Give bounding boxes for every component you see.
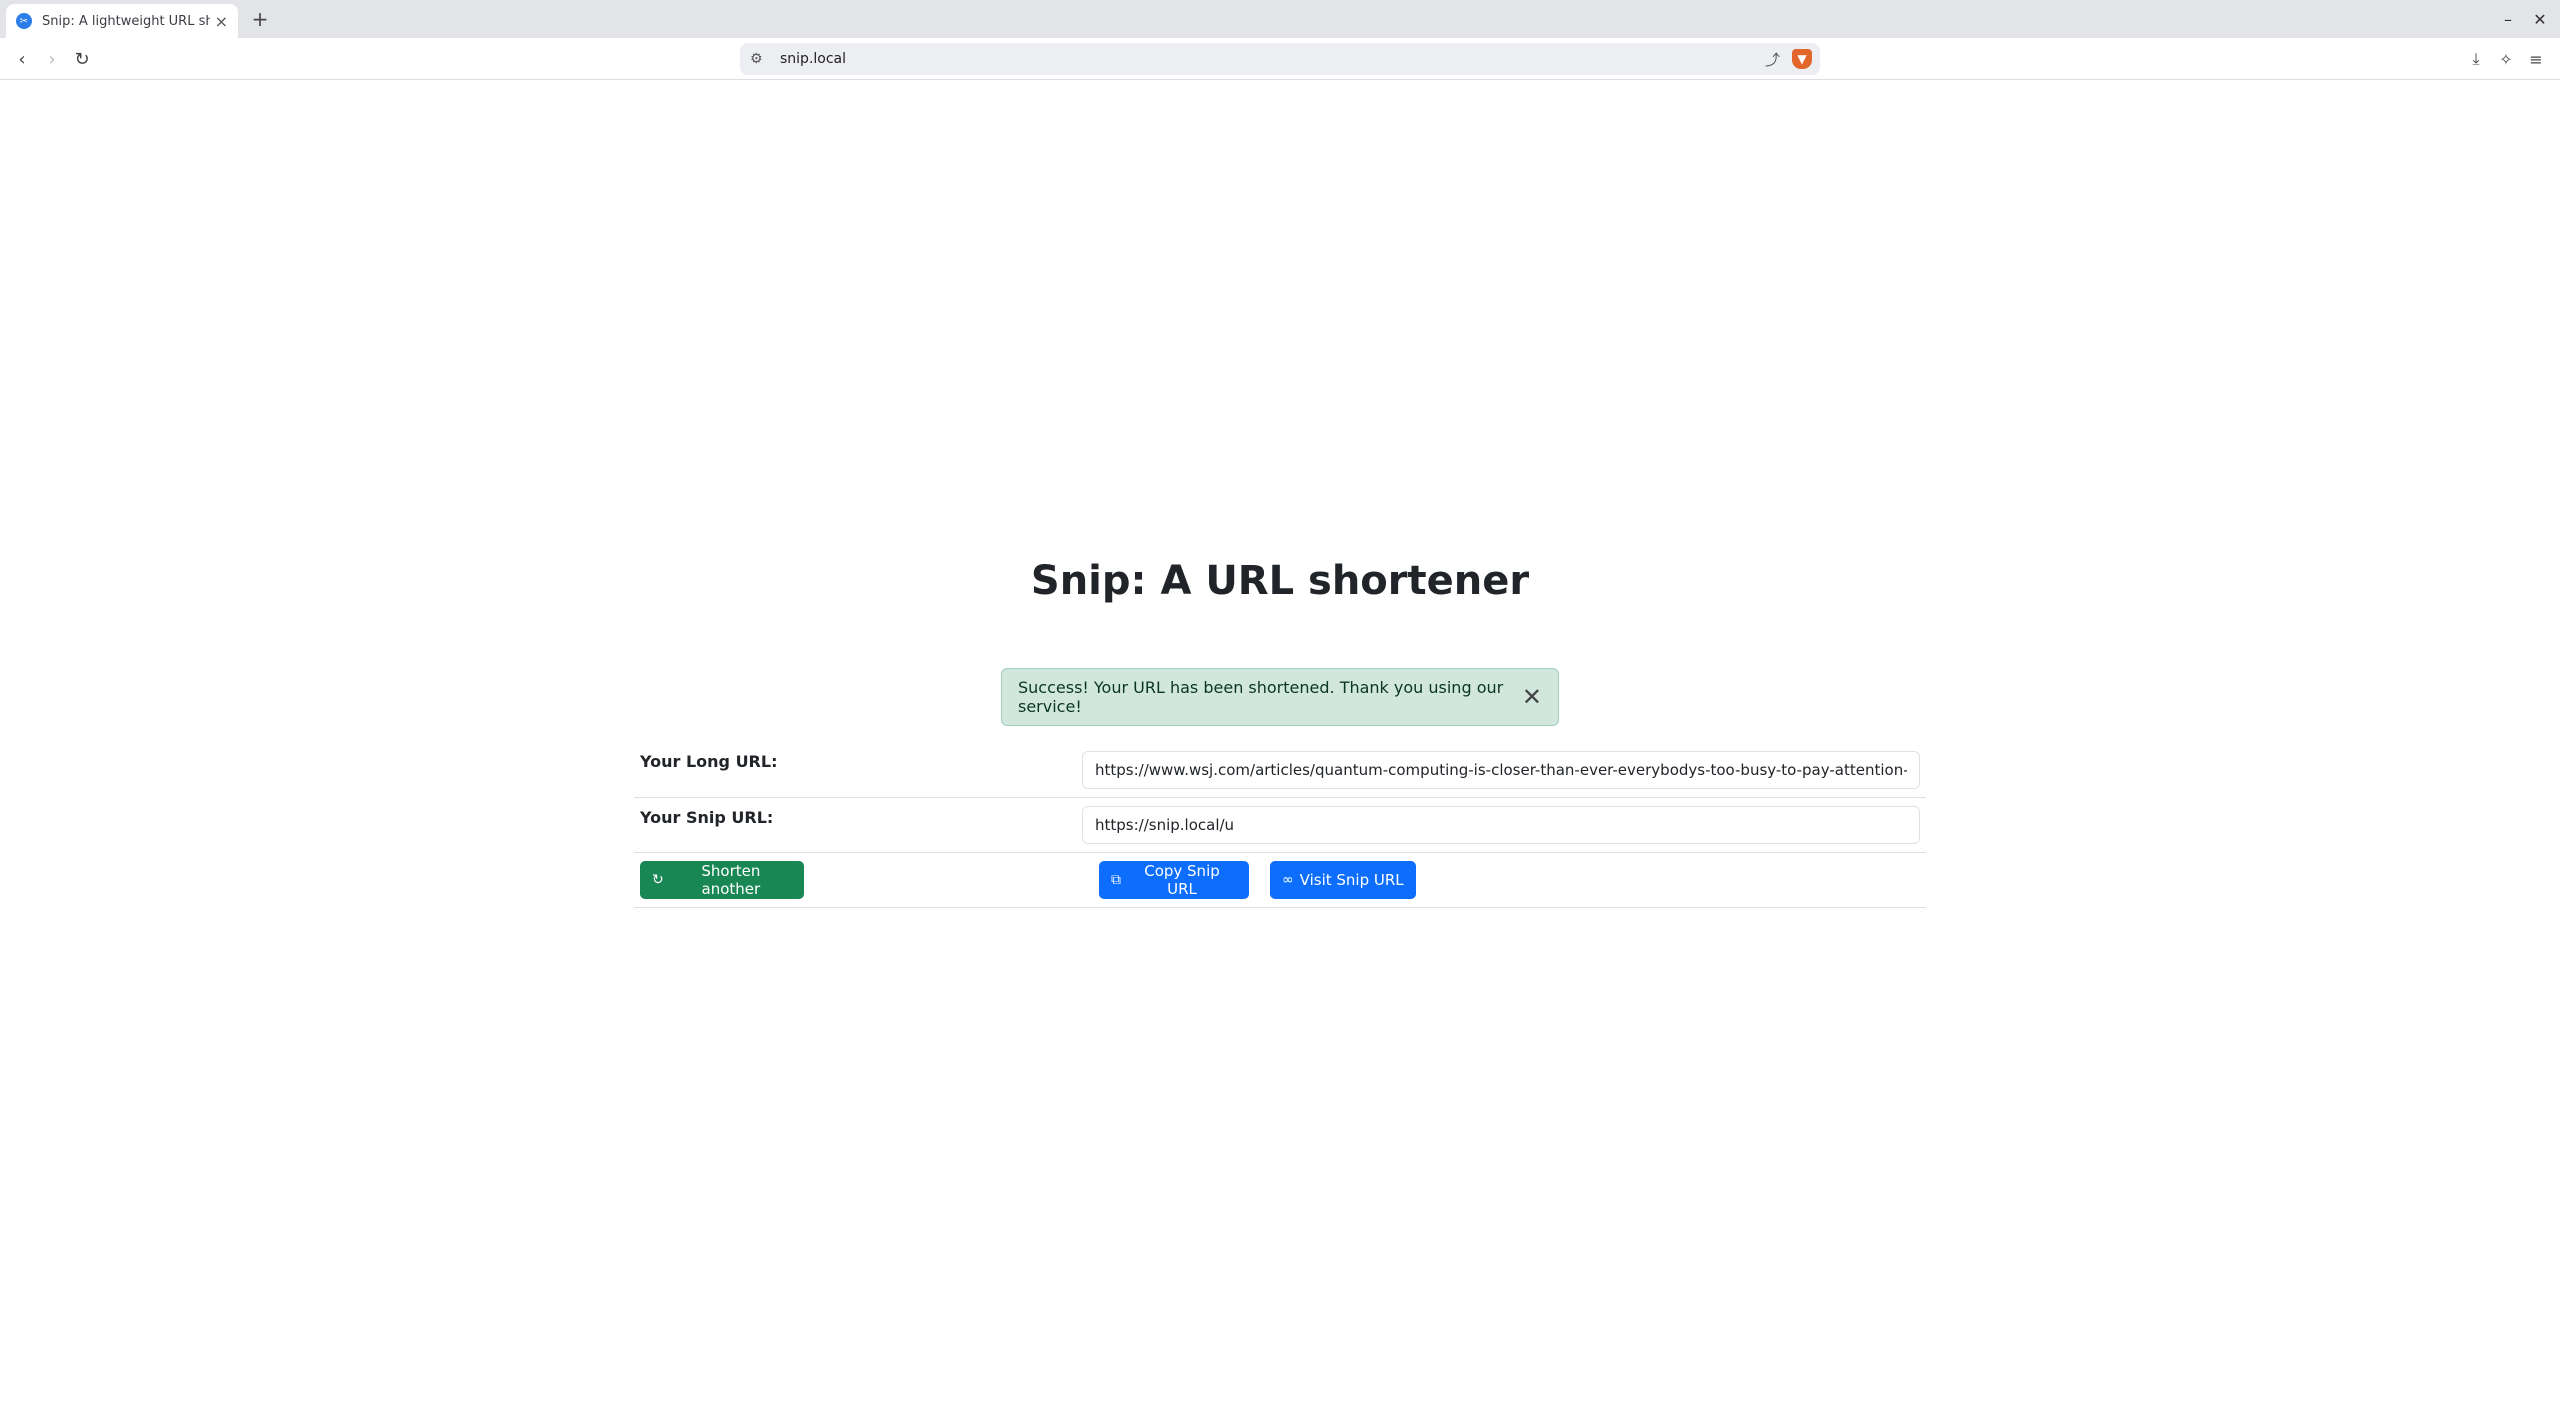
long-url-row: Your Long URL: xyxy=(634,742,1926,798)
brave-shields-icon[interactable]: ▼ xyxy=(1792,49,1812,69)
forward-button[interactable]: › xyxy=(38,45,66,73)
share-icon[interactable]: ⤴ xyxy=(1765,49,1780,70)
close-window-button[interactable]: ✕ xyxy=(2528,6,2552,32)
alert-message: Success! Your URL has been shortened. Th… xyxy=(1018,678,1504,716)
browser-tab-bar: ✂ Snip: A lightweight URL shortener × + … xyxy=(0,0,2560,38)
minimize-button[interactable]: – xyxy=(2496,6,2520,32)
site-info-icon[interactable]: ⚙ xyxy=(750,51,768,67)
long-url-input[interactable] xyxy=(1082,751,1920,789)
browser-toolbar: ‹ › ↻ ⚙ snip.local ⤴ ▼ ⤓ ✧ ≡ xyxy=(0,38,2560,80)
url-text[interactable]: snip.local xyxy=(780,51,846,67)
snip-url-label: Your Snip URL: xyxy=(640,808,774,827)
browser-tab[interactable]: ✂ Snip: A lightweight URL shortener × xyxy=(6,4,238,38)
copy-icon: ⧉ xyxy=(1111,872,1121,888)
menu-icon[interactable]: ≡ xyxy=(2522,45,2550,73)
snip-url-row: Your Snip URL: xyxy=(634,798,1926,853)
alert-close-icon[interactable]: ✕ xyxy=(1522,685,1542,709)
back-button[interactable]: ‹ xyxy=(8,45,36,73)
snip-url-input[interactable] xyxy=(1082,806,1920,844)
snip-favicon-icon: ✂ xyxy=(16,13,32,29)
long-url-label: Your Long URL: xyxy=(640,752,778,771)
refresh-icon: ↻ xyxy=(652,872,664,888)
download-icon[interactable]: ⤓ xyxy=(2462,45,2490,73)
tab-title: Snip: A lightweight URL shortener xyxy=(42,13,210,29)
visit-snip-url-label: Visit Snip URL xyxy=(1299,871,1404,889)
page-title: Snip: A URL shortener xyxy=(1030,558,1530,604)
link-icon: ∞ xyxy=(1282,872,1294,888)
reload-button[interactable]: ↻ xyxy=(68,45,96,73)
tab-close-icon[interactable]: × xyxy=(215,12,228,31)
address-bar[interactable]: ⚙ snip.local ⤴ ▼ xyxy=(740,43,1820,75)
new-tab-button[interactable]: + xyxy=(248,6,272,32)
copy-snip-url-button[interactable]: ⧉ Copy Snip URL xyxy=(1099,861,1249,899)
leo-ai-icon[interactable]: ✧ xyxy=(2492,45,2520,73)
visit-snip-url-button[interactable]: ∞ Visit Snip URL xyxy=(1270,861,1416,899)
shorten-another-label: Shorten another xyxy=(701,862,761,898)
shorten-another-button[interactable]: ↻ Shorten another xyxy=(640,861,804,899)
actions-row: ↻ Shorten another ⧉ Copy Snip URL ∞ Visi… xyxy=(634,853,1926,908)
copy-snip-url-label: Copy Snip URL xyxy=(1144,862,1220,898)
shorten-result-table: Your Long URL: Your Snip URL: ↻ Shorten … xyxy=(634,742,1926,908)
success-alert: Success! Your URL has been shortened. Th… xyxy=(1001,668,1559,726)
